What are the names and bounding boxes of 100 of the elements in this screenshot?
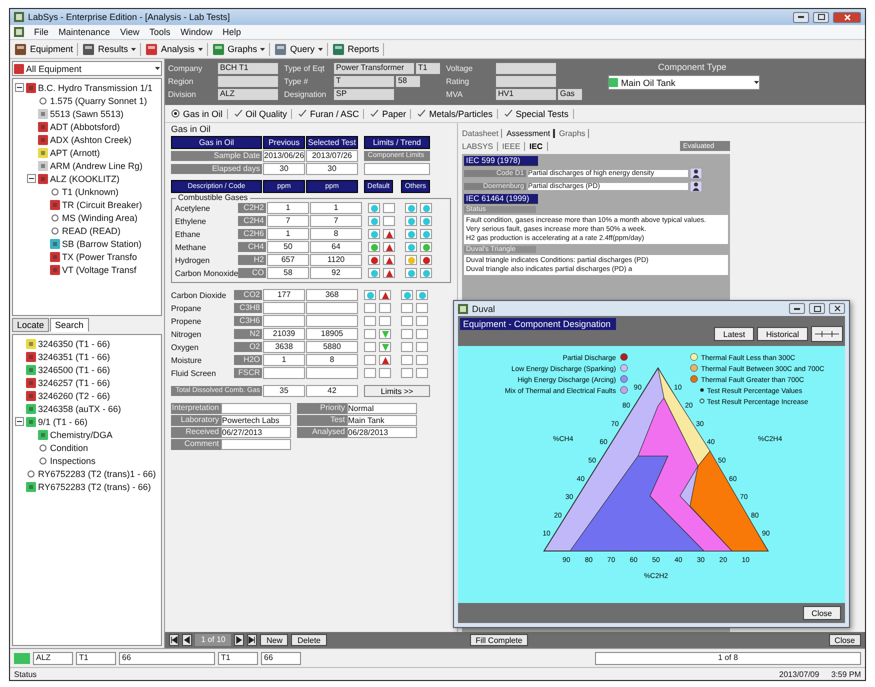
- tree-item[interactable]: 3246358 (auTX - 66): [38, 404, 122, 414]
- tree-item[interactable]: ARM (Andrew Line Rg): [50, 160, 143, 170]
- close-button[interactable]: Close: [828, 634, 861, 646]
- menu-item[interactable]: File: [34, 27, 49, 37]
- tab[interactable]: IEEE: [502, 142, 526, 150]
- record-counter: 1 of 8: [595, 652, 861, 664]
- tab[interactable]: Datasheet: [462, 129, 502, 138]
- person-icon[interactable]: [690, 168, 702, 179]
- toolbar-button[interactable]: Query: [274, 42, 328, 56]
- close-button[interactable]: [829, 303, 845, 314]
- toolbar-button[interactable]: Graphs: [212, 42, 270, 56]
- menu-item[interactable]: Help: [222, 27, 241, 37]
- tree-item[interactable]: 3246351 (T1 - 66): [38, 352, 110, 362]
- tab[interactable]: IEC: [529, 142, 548, 150]
- menu-item[interactable]: View: [120, 27, 140, 37]
- toolbar-button[interactable]: Equipment: [14, 42, 78, 56]
- tree-item[interactable]: TX (Power Transfo: [62, 252, 138, 262]
- tree-item[interactable]: APT (Arnott): [50, 148, 100, 158]
- view-button[interactable]: Latest: [714, 327, 754, 341]
- test-type-tab[interactable]: Special Tests: [504, 108, 574, 118]
- tree-item[interactable]: READ (READ): [62, 226, 121, 236]
- close-button[interactable]: Close: [802, 606, 841, 620]
- fill-complete-button[interactable]: Fill Complete: [470, 634, 528, 646]
- tree-item[interactable]: Condition: [50, 442, 88, 452]
- view-button[interactable]: Historical: [757, 327, 808, 341]
- minimize-button[interactable]: [789, 303, 805, 314]
- table-cell: 30: [263, 163, 305, 175]
- tree-item[interactable]: SB (Barrow Station): [62, 238, 142, 248]
- tree-item[interactable]: ALZ (KOOKLITZ): [50, 174, 120, 184]
- gas-code: FSCR: [234, 368, 262, 378]
- minimize-button[interactable]: [793, 12, 809, 22]
- tree-item[interactable]: T1 (Unknown): [62, 186, 119, 196]
- maximize-button[interactable]: [813, 12, 829, 22]
- tree-item[interactable]: VT (Voltage Transf: [62, 264, 136, 274]
- menu-item[interactable]: Tools: [149, 27, 170, 37]
- menu-item[interactable]: Maintenance: [58, 27, 110, 37]
- indicator-cell: [416, 303, 428, 313]
- tree-item[interactable]: Chemistry/DGA: [50, 430, 113, 440]
- tree-item[interactable]: 3246260 (T2 - 66): [38, 390, 110, 400]
- prev-record-button[interactable]: [182, 634, 192, 646]
- gas-name: Oxygen: [171, 342, 200, 352]
- table-cell: 8: [310, 228, 362, 240]
- tree-item[interactable]: ADT (Abbotsford): [50, 122, 120, 132]
- equipment-dropdown[interactable]: All Equipment: [12, 61, 162, 76]
- toolbar-button[interactable]: Analysis: [145, 42, 208, 56]
- tree-item[interactable]: RY6752283 (T2 (trans)1 - 66): [38, 468, 156, 478]
- gas-name: Carbon Monoxide: [175, 268, 237, 278]
- line-style-icon[interactable]: [811, 326, 843, 342]
- nav-button[interactable]: Delete: [291, 634, 327, 646]
- tree-item[interactable]: 3246350 (T1 - 66): [38, 338, 110, 348]
- tree-item[interactable]: MS (Winding Area): [62, 212, 138, 222]
- collapse-icon[interactable]: [15, 83, 24, 92]
- last-record-button[interactable]: [247, 634, 258, 646]
- test-type-tab[interactable]: Paper: [370, 108, 412, 118]
- status-field: 66: [261, 652, 301, 664]
- tree-item[interactable]: RY6752283 (T2 (trans) - 66): [38, 482, 151, 492]
- collapse-icon[interactable]: [15, 417, 24, 426]
- field-label: Region: [168, 76, 194, 86]
- nav-button[interactable]: New: [260, 634, 288, 646]
- next-record-button[interactable]: [234, 634, 244, 646]
- tab[interactable]: Graphs: [559, 129, 590, 138]
- close-icon: [834, 305, 840, 312]
- field-label: Type of Eqt: [284, 64, 326, 72]
- toolbar-button[interactable]: Reports: [332, 42, 384, 56]
- tree-item[interactable]: 5513 (Sawn 5513): [50, 108, 124, 118]
- person-icon[interactable]: [690, 181, 702, 192]
- tree-item[interactable]: 9/1 (T1 - 66): [38, 416, 88, 426]
- tree-item[interactable]: ADX (Ashton Creek): [50, 134, 132, 144]
- tab[interactable]: Assessment: [506, 129, 556, 138]
- close-button[interactable]: [833, 12, 861, 22]
- indicator-cell: [416, 329, 428, 339]
- row-label: Sample Date: [171, 151, 262, 161]
- tree-item[interactable]: Inspections: [50, 456, 96, 466]
- tab[interactable]: Locate: [12, 318, 50, 332]
- tree-item[interactable]: TR (Circuit Breaker): [62, 200, 142, 210]
- menu-item[interactable]: Window: [180, 27, 212, 37]
- indicator-cell: [379, 303, 391, 313]
- component-type-dropdown[interactable]: Main Oil Tank: [608, 75, 760, 90]
- tree-item[interactable]: 1.575 (Quarry Sonnet 1): [50, 96, 148, 106]
- toolbar-button[interactable]: Results: [82, 42, 142, 56]
- first-record-button[interactable]: [169, 634, 179, 646]
- gas-code: H2O: [234, 355, 262, 365]
- tab[interactable]: LABSYS: [462, 142, 498, 150]
- node-icon: [38, 96, 48, 106]
- section-title: IEC 599 (1978): [464, 156, 538, 166]
- limits-button[interactable]: Limits >>: [364, 385, 430, 397]
- tree-item[interactable]: 3246500 (T1 - 66): [38, 364, 110, 374]
- tree-item[interactable]: 3246257 (T1 - 66): [38, 378, 110, 388]
- tab[interactable]: Search: [50, 318, 89, 332]
- test-type-tab[interactable]: Oil Quality: [234, 108, 292, 118]
- field-label: Division: [168, 90, 198, 98]
- test-type-tab[interactable]: Gas in Oil: [171, 108, 228, 118]
- test-type-tab[interactable]: Metals/Particles: [417, 108, 498, 118]
- tree-item[interactable]: B.C. Hydro Transmission 1/1: [38, 82, 153, 92]
- indicator-cell: [401, 303, 413, 313]
- field-value: BCH T1: [218, 62, 278, 74]
- collapse-icon[interactable]: [27, 174, 36, 183]
- maximize-button[interactable]: [809, 303, 825, 314]
- test-type-tab[interactable]: Furan / ASC: [298, 108, 364, 118]
- field-label: Component Type: [657, 62, 728, 72]
